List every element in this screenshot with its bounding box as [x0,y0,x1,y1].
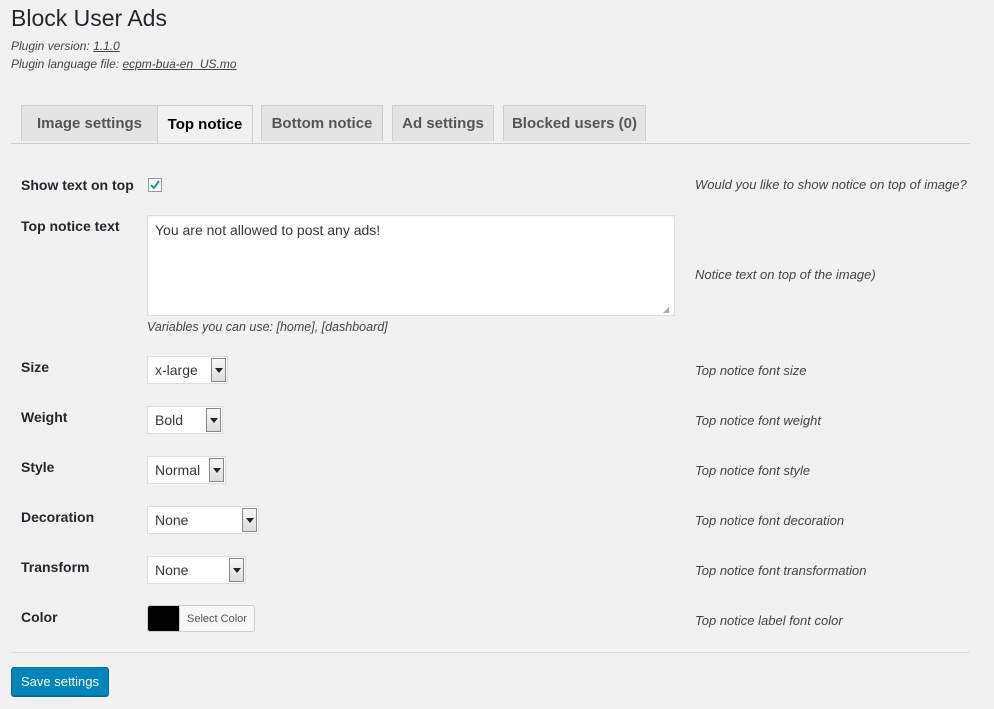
style-desc: Top notice font style [695,463,811,478]
chevron-down-icon[interactable] [229,558,244,582]
transform-select[interactable]: None [147,556,246,584]
tab-top-notice[interactable]: Top notice [157,105,253,143]
plugin-language: Plugin language file: ecpm-bua-en_US.mo [11,57,237,71]
plugin-language-label: Plugin language file: [11,57,120,71]
plugin-language-link[interactable]: ecpm-bua-en_US.mo [122,57,236,71]
chevron-down-icon[interactable] [211,358,226,382]
checkmark-icon [150,180,160,190]
resize-handle-icon[interactable]: ◢ [663,305,669,314]
tab-blocked-users[interactable]: Blocked users (0) [503,105,646,141]
plugin-version-link[interactable]: 1.1.0 [93,39,120,53]
show-text-checkbox[interactable] [148,178,162,192]
chevron-down-icon[interactable] [242,508,257,532]
select-color-label: Select Color [179,606,254,631]
tab-bar: Image settings Top notice Bottom notice … [11,105,970,144]
transform-desc: Top notice font transformation [695,563,867,578]
plugin-version: Plugin version: 1.1.0 [11,39,120,53]
transform-label: Transform [21,559,90,575]
size-value: x-large [155,362,198,378]
decoration-value: None [155,512,189,528]
decoration-desc: Top notice font decoration [695,513,845,528]
chevron-down-icon[interactable] [206,408,221,432]
size-desc: Top notice font size [695,363,807,378]
notice-text-label: Top notice text [21,218,120,234]
color-picker-button[interactable]: Select Color [147,605,255,632]
show-text-label: Show text on top [21,177,134,193]
tab-bottom-notice[interactable]: Bottom notice [261,105,383,141]
size-label: Size [21,359,50,375]
transform-value: None [155,562,189,578]
page-title: Block User Ads [11,5,167,31]
color-label: Color [21,609,58,625]
notice-text-input[interactable]: You are not allowed to post any ads! [147,215,675,316]
color-swatch[interactable] [148,606,179,631]
notice-text-hint: Variables you can use: [home], [dashboar… [147,320,388,334]
notice-text-desc: Notice text on top of the image) [695,267,876,282]
size-select[interactable]: x-large [147,356,228,384]
style-select[interactable]: Normal [147,456,226,484]
tab-image-settings[interactable]: Image settings [21,105,158,141]
color-desc: Top notice label font color [695,613,843,628]
weight-select[interactable]: Bold [147,406,223,434]
chevron-down-icon[interactable] [209,458,224,482]
weight-desc: Top notice font weight [695,413,821,428]
divider [11,652,970,653]
save-settings-button[interactable]: Save settings [11,667,109,696]
tab-ad-settings[interactable]: Ad settings [392,105,494,141]
style-value: Normal [155,462,201,478]
style-label: Style [21,459,55,475]
decoration-label: Decoration [21,509,95,525]
weight-label: Weight [21,409,68,425]
show-text-desc: Would you like to show notice on top of … [695,177,967,192]
plugin-version-label: Plugin version: [11,39,90,53]
weight-value: Bold [155,412,184,428]
decoration-select[interactable]: None [147,506,259,534]
